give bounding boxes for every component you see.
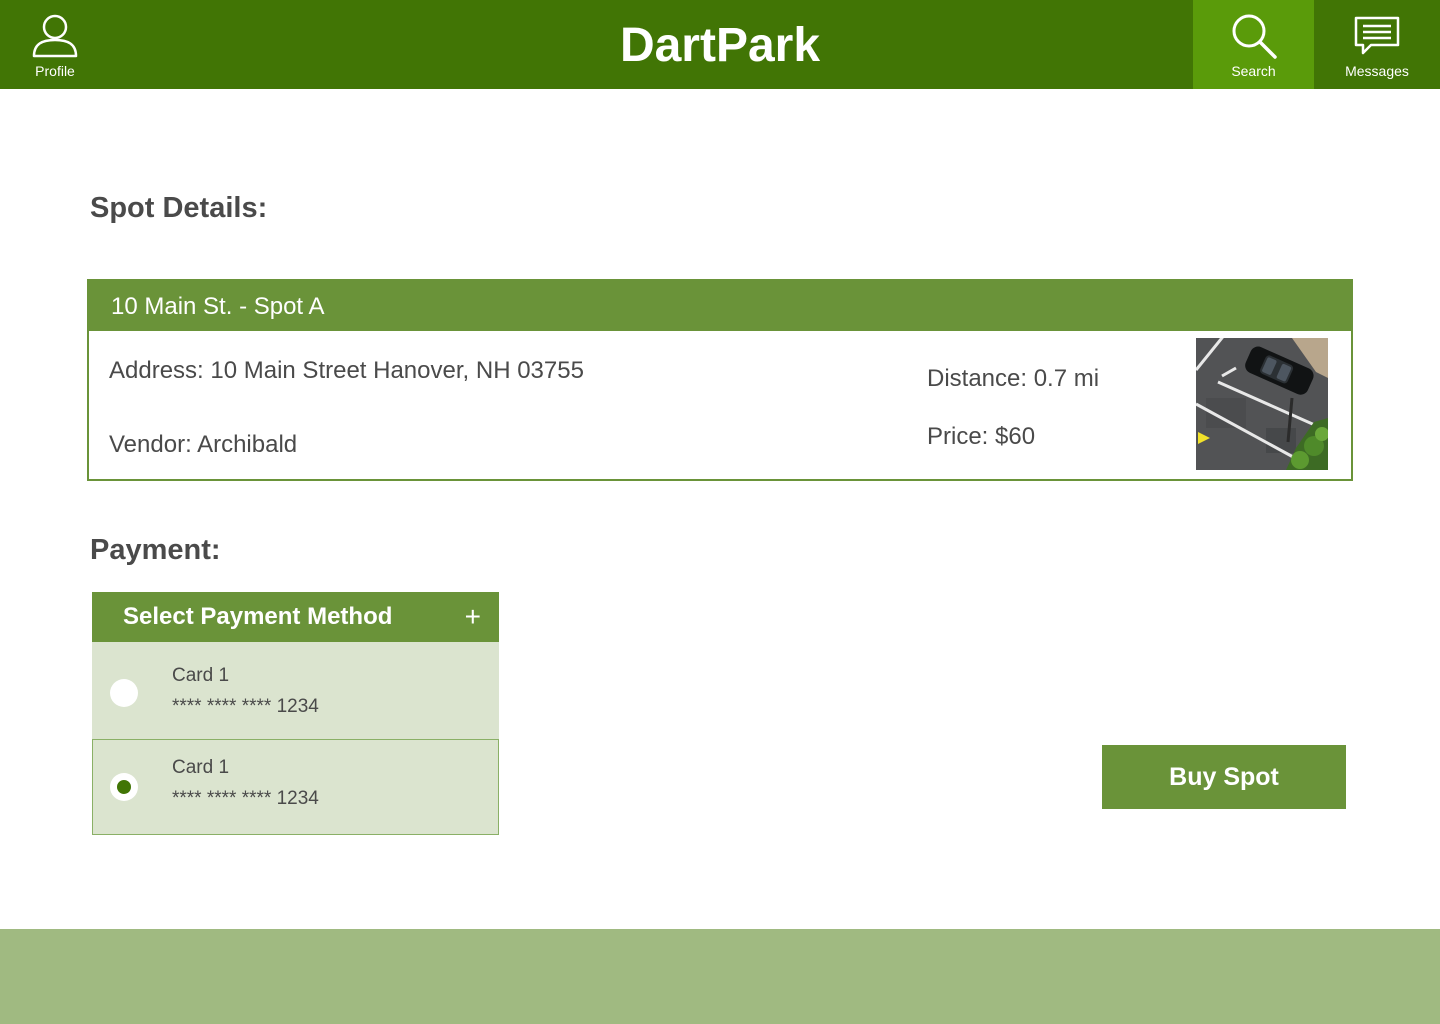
spot-price: Price: $60 — [927, 423, 1036, 450]
nav-search-button[interactable]: Search — [1193, 0, 1314, 89]
spot-distance: Distance: 0.7 mi — [927, 365, 1100, 392]
nav-search-label: Search — [1231, 63, 1276, 79]
spot-card: 10 Main St. - Spot A Address: 10 Main St… — [87, 279, 1353, 481]
payment-method-header: Select Payment Method + — [92, 592, 499, 642]
radio-selected-dot — [117, 780, 131, 794]
parking-spot-photo — [1196, 338, 1328, 470]
nav-messages-button[interactable]: Messages — [1314, 0, 1440, 89]
message-icon — [1354, 12, 1400, 60]
card-radio-unselected[interactable] — [110, 679, 138, 707]
card-radio-selected[interactable] — [110, 773, 138, 801]
nav-messages-label: Messages — [1345, 63, 1409, 79]
payment-card-option-selected[interactable]: Card 1 **** **** **** 1234 — [92, 739, 499, 835]
card-name: Card 1 — [172, 757, 230, 778]
payment-card-option[interactable]: Card 1 **** **** **** 1234 — [92, 642, 499, 739]
spot-title: 10 Main St. - Spot A — [89, 281, 1351, 331]
spot-address: Address: 10 Main Street Hanover, NH 0375… — [109, 357, 584, 384]
card-number: **** **** **** 1234 — [172, 788, 319, 809]
add-payment-method-button[interactable]: + — [465, 603, 481, 631]
nav-profile-label: Profile — [35, 63, 75, 79]
nav-profile-button[interactable]: Profile — [0, 0, 110, 89]
payment-method-title: Select Payment Method — [123, 603, 393, 630]
card-number: **** **** **** 1234 — [172, 696, 319, 717]
top-navigation-bar: Profile DartPark Search Messages — [0, 0, 1440, 89]
buy-spot-button[interactable]: Buy Spot — [1102, 745, 1346, 809]
spot-details-heading: Spot Details: — [90, 192, 268, 224]
payment-heading: Payment: — [90, 534, 221, 566]
spot-vendor: Vendor: Archibald — [109, 431, 298, 458]
search-icon — [1230, 12, 1278, 60]
footer-band — [0, 929, 1440, 1024]
profile-icon — [32, 12, 78, 60]
payment-method-panel: Select Payment Method + Card 1 **** ****… — [92, 592, 499, 835]
card-name: Card 1 — [172, 665, 230, 686]
